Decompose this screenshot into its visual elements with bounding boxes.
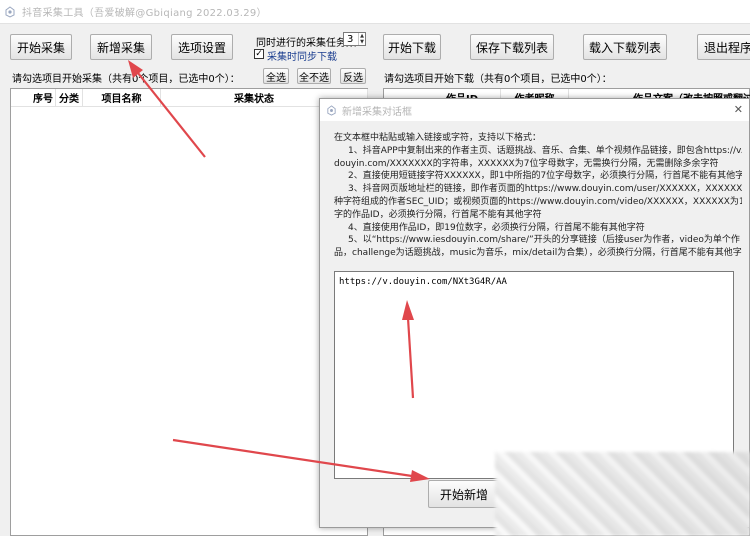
arrow-to-start-add (172, 438, 430, 482)
annotation-arrows (128, 60, 430, 482)
arrow-to-add-collect (128, 60, 206, 158)
arrow-to-textarea (402, 300, 415, 399)
